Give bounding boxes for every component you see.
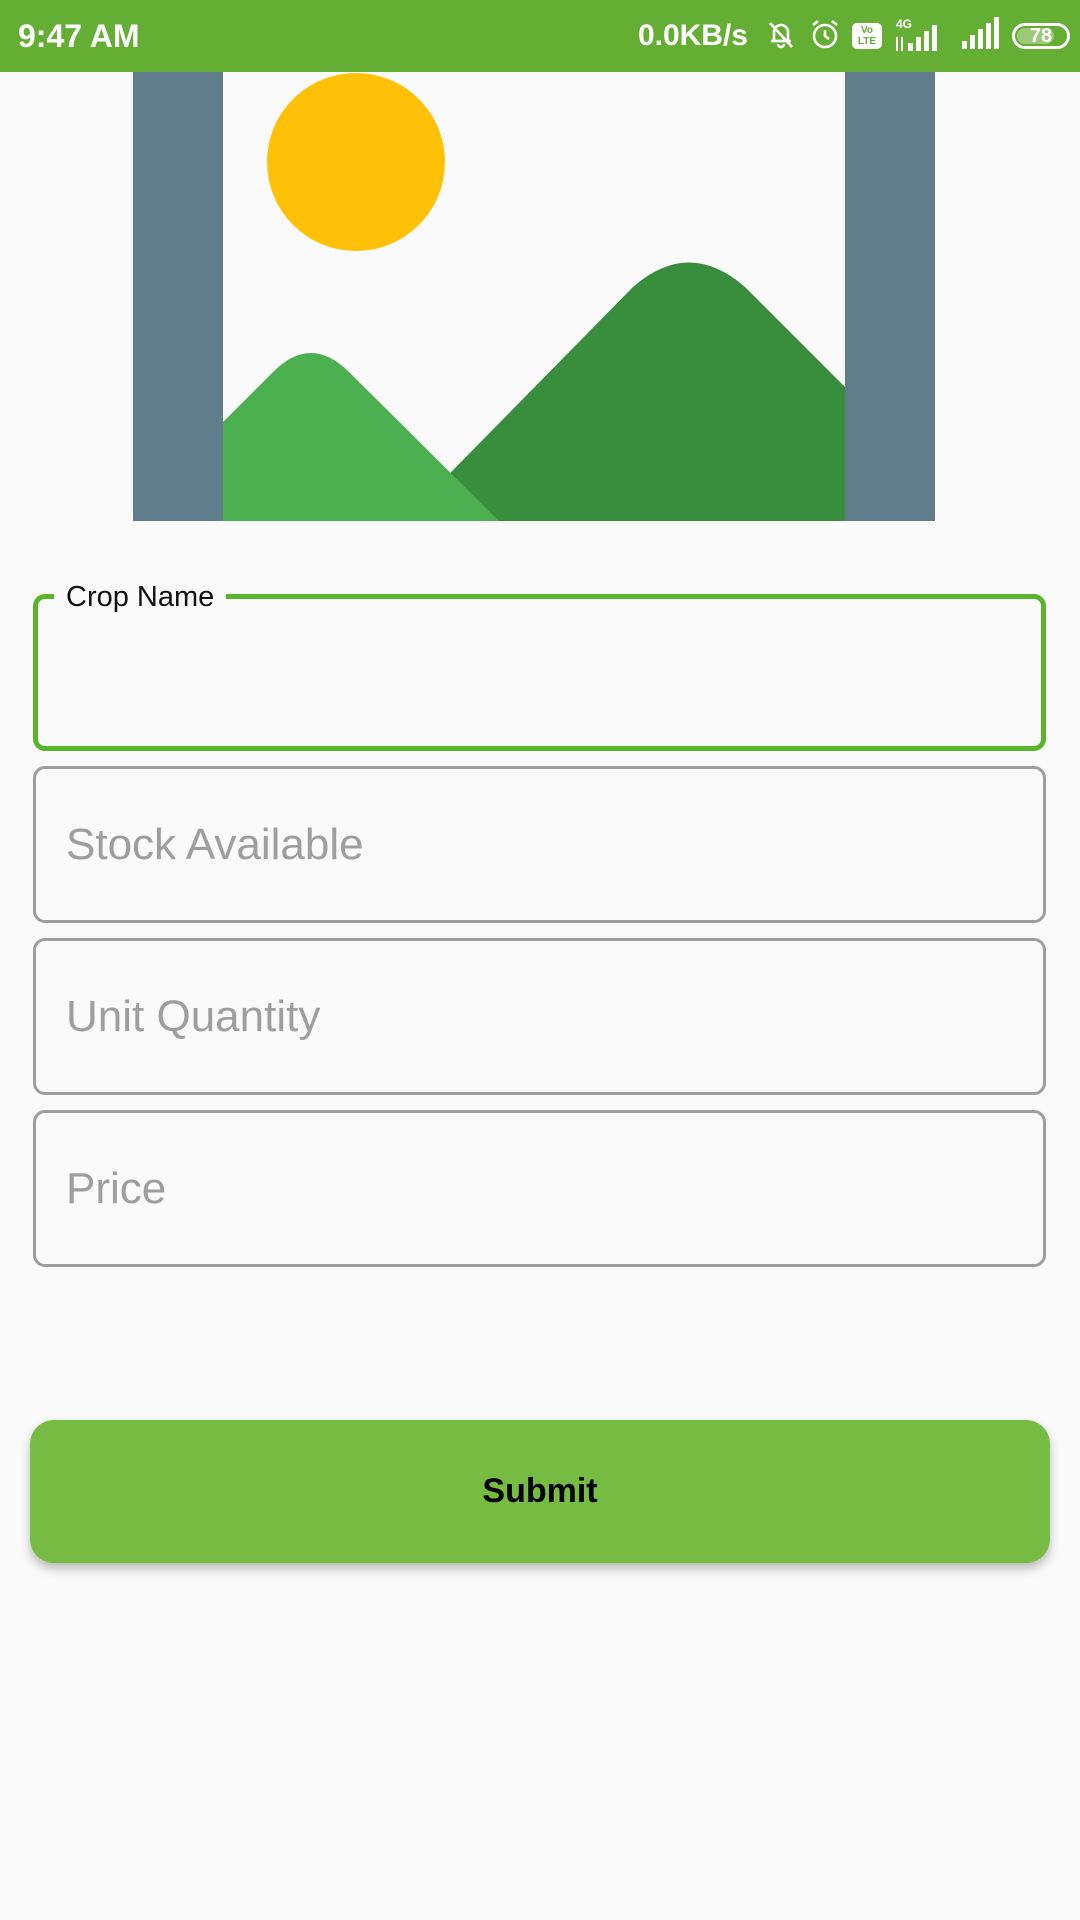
frame-right-bar [845,72,935,521]
stock-available-field[interactable]: Stock Available [33,766,1046,923]
status-time: 9:47 AM [18,18,140,54]
crop-name-label: Crop Name [54,580,227,614]
price-field[interactable]: Price [33,1110,1046,1267]
battery-icon: 78 [1012,23,1070,49]
volte-icon: Vo LTE [852,23,882,49]
unit-quantity-field[interactable]: Unit Quantity [33,938,1046,1095]
status-bar: 9:47 AM 0.0KB/s Vo LTE 4G 78 [0,0,1080,72]
bell-muted-icon [764,17,798,56]
frame-left-bar [133,72,223,521]
status-icons: 0.0KB/s Vo LTE 4G 78 [638,0,1070,72]
crop-name-field[interactable]: Crop Name [33,580,1046,751]
price-placeholder: Price [66,1163,167,1213]
stock-available-placeholder: Stock Available [66,819,364,869]
unit-quantity-placeholder: Unit Quantity [66,991,321,1041]
battery-level: 78 [1029,24,1053,47]
volte-top-text: Vo [860,25,874,36]
signal-4g-icon: 4G [892,17,948,55]
image-placeholder-icon[interactable] [133,72,935,521]
signal-strength-icon [958,15,1002,58]
alarm-icon [808,17,842,56]
volte-bottom-text: LTE [857,36,877,47]
network-speed: 0.0KB/s [637,19,748,52]
submit-button[interactable]: Submit [30,1420,1050,1563]
sun-shape [267,73,445,251]
